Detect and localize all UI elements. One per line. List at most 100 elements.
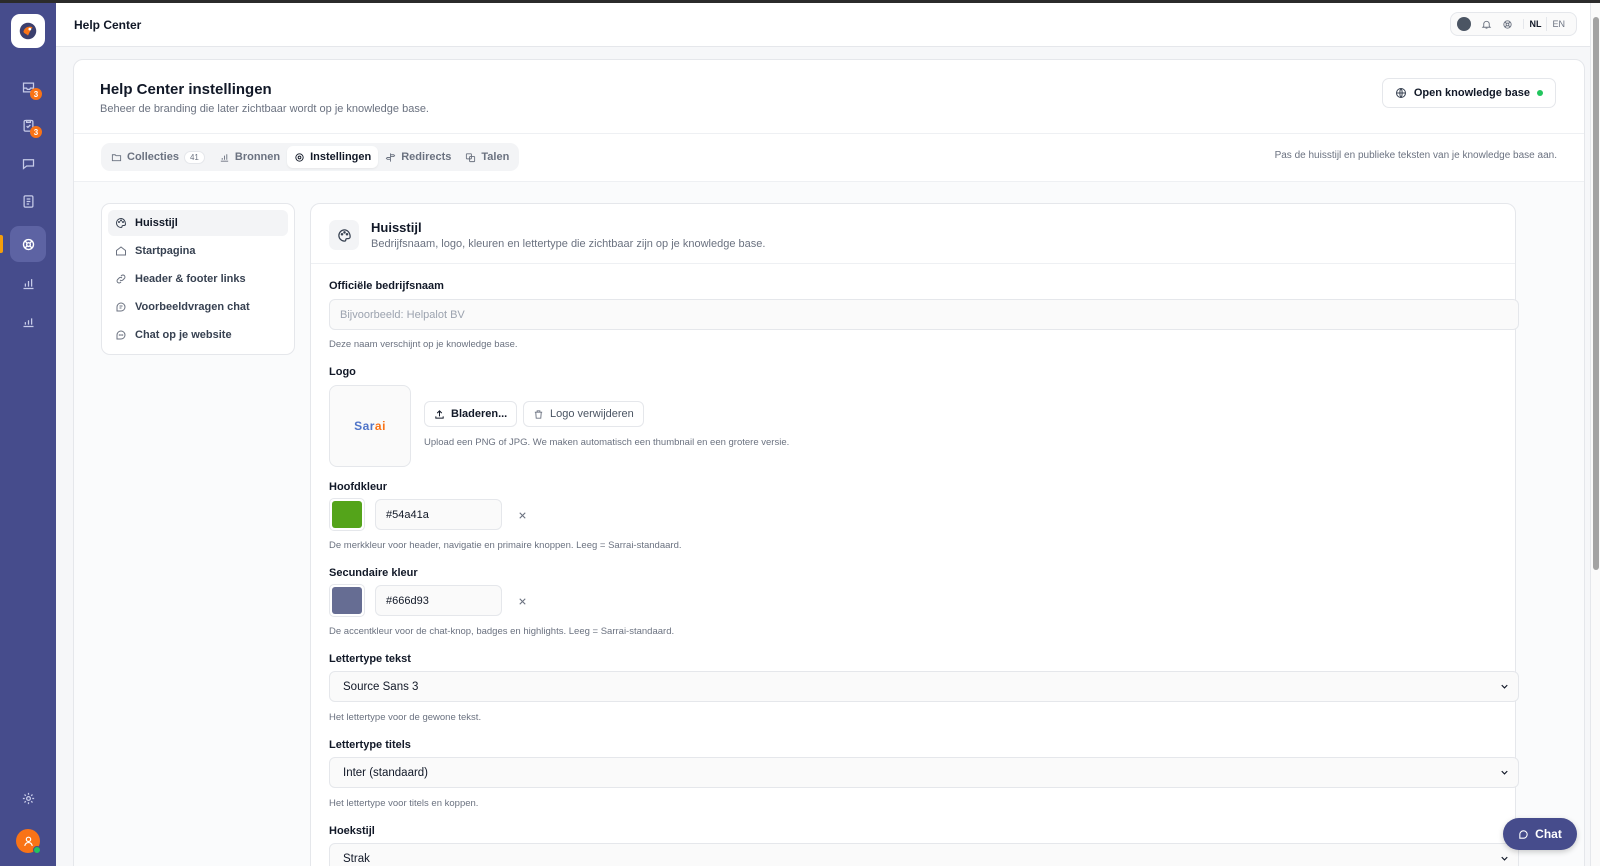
divider	[74, 133, 1584, 134]
signpost-icon	[385, 152, 396, 162]
tab-collecties[interactable]: Collecties 41	[104, 146, 212, 168]
subnav-item-startpagina[interactable]: Startpagina	[108, 238, 288, 264]
theme-toggle-icon[interactable]	[1457, 17, 1472, 31]
browse-button[interactable]: Bladeren...	[424, 401, 518, 427]
logo-preview-text: Sar	[354, 419, 375, 433]
close-icon	[518, 597, 526, 605]
tab-label: Talen	[481, 151, 510, 163]
brand-mark-icon	[19, 22, 37, 40]
link-icon	[116, 274, 126, 284]
primary-color-clear-button[interactable]	[513, 506, 531, 524]
subnav-label: Chat op je website	[135, 329, 232, 341]
scrollbar-thumb[interactable]	[1593, 17, 1599, 570]
secondary-color-label: Secundaire kleur	[329, 567, 418, 579]
tab-label: Collecties	[127, 151, 179, 163]
active-indicator	[0, 235, 3, 253]
nav-conversations[interactable]	[0, 145, 56, 181]
chat-bubble-icon	[116, 330, 126, 340]
font-titles-help: Het lettertype voor titels en koppen.	[329, 798, 479, 809]
globe-icon	[1395, 88, 1406, 98]
inbox-badge: 3	[30, 88, 42, 100]
settings-subnav: Huisstijl Startpagina Header & footer li…	[101, 203, 295, 355]
close-icon	[518, 511, 526, 519]
analytics-icon	[23, 317, 33, 327]
subnav-item-header-footer-links[interactable]: Header & footer links	[108, 266, 288, 292]
bell-icon[interactable]	[1481, 19, 1492, 30]
logo-label: Logo	[329, 366, 356, 378]
subnav-item-chat-op-je-website[interactable]: Chat op je website	[108, 322, 288, 348]
secondary-color-input[interactable]: #666d93	[375, 585, 502, 616]
trash-icon	[534, 409, 543, 419]
nav-inbox[interactable]	[0, 69, 56, 105]
tab-bronnen[interactable]: Bronnen	[212, 146, 287, 168]
language-nl[interactable]: NL	[1523, 19, 1546, 29]
nav-documents[interactable]	[0, 183, 56, 219]
chevron-down-icon	[1501, 770, 1508, 775]
corner-style-select[interactable]: Strak	[329, 843, 1519, 866]
topbar-tools: NL EN	[1450, 12, 1577, 36]
settings-card: Help Center instellingen Beheer de brand…	[73, 59, 1585, 866]
tab-label: Instellingen	[310, 151, 372, 163]
app-window: 3 3 Help Center NL EN Help Center instel…	[0, 3, 1600, 866]
sidebar-rail: 3 3	[0, 3, 56, 866]
corner-style-value: Strak	[343, 852, 370, 865]
primary-color-input[interactable]: #54a41a	[375, 499, 502, 530]
font-text-value: Source Sans 3	[343, 680, 419, 693]
status-dot	[1537, 90, 1543, 96]
primary-color-swatch[interactable]	[329, 498, 365, 531]
topbar: Help Center NL EN	[56, 3, 1591, 47]
chevron-down-icon	[1501, 684, 1508, 689]
tabs-hint: Pas de huisstijl en publieke teksten van…	[1274, 150, 1557, 161]
language-en[interactable]: EN	[1547, 19, 1570, 29]
logo-preview-text-accent: ai	[374, 419, 386, 433]
primary-color-help: De merkkleur voor header, navigatie en p…	[329, 540, 682, 551]
chat-question-icon	[116, 302, 126, 312]
chevron-down-icon	[1501, 856, 1508, 861]
gear-icon	[295, 152, 304, 162]
tab-label: Bronnen	[234, 151, 281, 163]
subnav-item-huisstijl[interactable]: Huisstijl	[108, 210, 288, 236]
app-logo[interactable]	[11, 14, 45, 48]
nav-tasks[interactable]	[0, 107, 56, 143]
language-switcher: NL EN	[1523, 17, 1570, 31]
secondary-color-swatch[interactable]	[329, 584, 365, 617]
page-title: Help Center instellingen	[100, 81, 272, 98]
chat-widget-button[interactable]: Chat	[1503, 818, 1577, 850]
online-status-dot	[33, 846, 41, 854]
panel-header: Huisstijl Bedrijfsnaam, logo, kleuren en…	[311, 204, 1515, 264]
font-text-select[interactable]: Source Sans 3	[329, 671, 1519, 702]
font-titles-value: Inter (standaard)	[343, 766, 429, 779]
open-knowledge-base-button[interactable]: Open knowledge base	[1381, 78, 1556, 108]
huisstijl-panel: Huisstijl Bedrijfsnaam, logo, kleuren en…	[310, 203, 1519, 866]
tab-redirects[interactable]: Redirects	[378, 146, 458, 168]
document-icon	[23, 194, 33, 208]
bar-chart-icon	[220, 153, 229, 162]
translate-icon	[466, 152, 476, 162]
tab-talen[interactable]: Talen	[458, 146, 516, 168]
home-icon	[116, 246, 126, 256]
company-name-input[interactable]	[329, 299, 1519, 330]
tab-instellingen[interactable]: Instellingen	[287, 146, 379, 168]
settings-body: Huisstijl Startpagina Header & footer li…	[74, 182, 1584, 866]
subnav-item-voorbeeldvragen-chat[interactable]: Voorbeeldvragen chat	[108, 294, 288, 320]
user-icon	[23, 836, 33, 846]
logo-preview: Sar ai	[329, 385, 411, 467]
lifebuoy-icon[interactable]	[1502, 19, 1513, 30]
bar-chart-icon	[23, 278, 33, 289]
nav-analytics[interactable]	[0, 303, 56, 339]
font-titles-select[interactable]: Inter (standaard)	[329, 757, 1519, 788]
panel-title: Huisstijl	[371, 220, 422, 235]
app-title: Help Center	[74, 18, 142, 32]
tab-count-badge: 41	[183, 150, 205, 164]
remove-logo-label: Logo verwijderen	[550, 408, 634, 420]
company-name-help: Deze naam verschijnt op je knowledge bas…	[329, 339, 518, 350]
secondary-color-fill	[332, 587, 362, 614]
nav-reports[interactable]	[0, 265, 56, 301]
remove-logo-button[interactable]: Logo verwijderen	[523, 401, 644, 427]
subnav-label: Huisstijl	[135, 217, 178, 229]
page-scrollbar[interactable]	[1590, 3, 1600, 866]
secondary-color-clear-button[interactable]	[513, 592, 531, 610]
tasks-badge: 3	[30, 126, 42, 138]
nav-settings[interactable]	[0, 780, 56, 816]
nav-help-center[interactable]	[10, 226, 46, 262]
